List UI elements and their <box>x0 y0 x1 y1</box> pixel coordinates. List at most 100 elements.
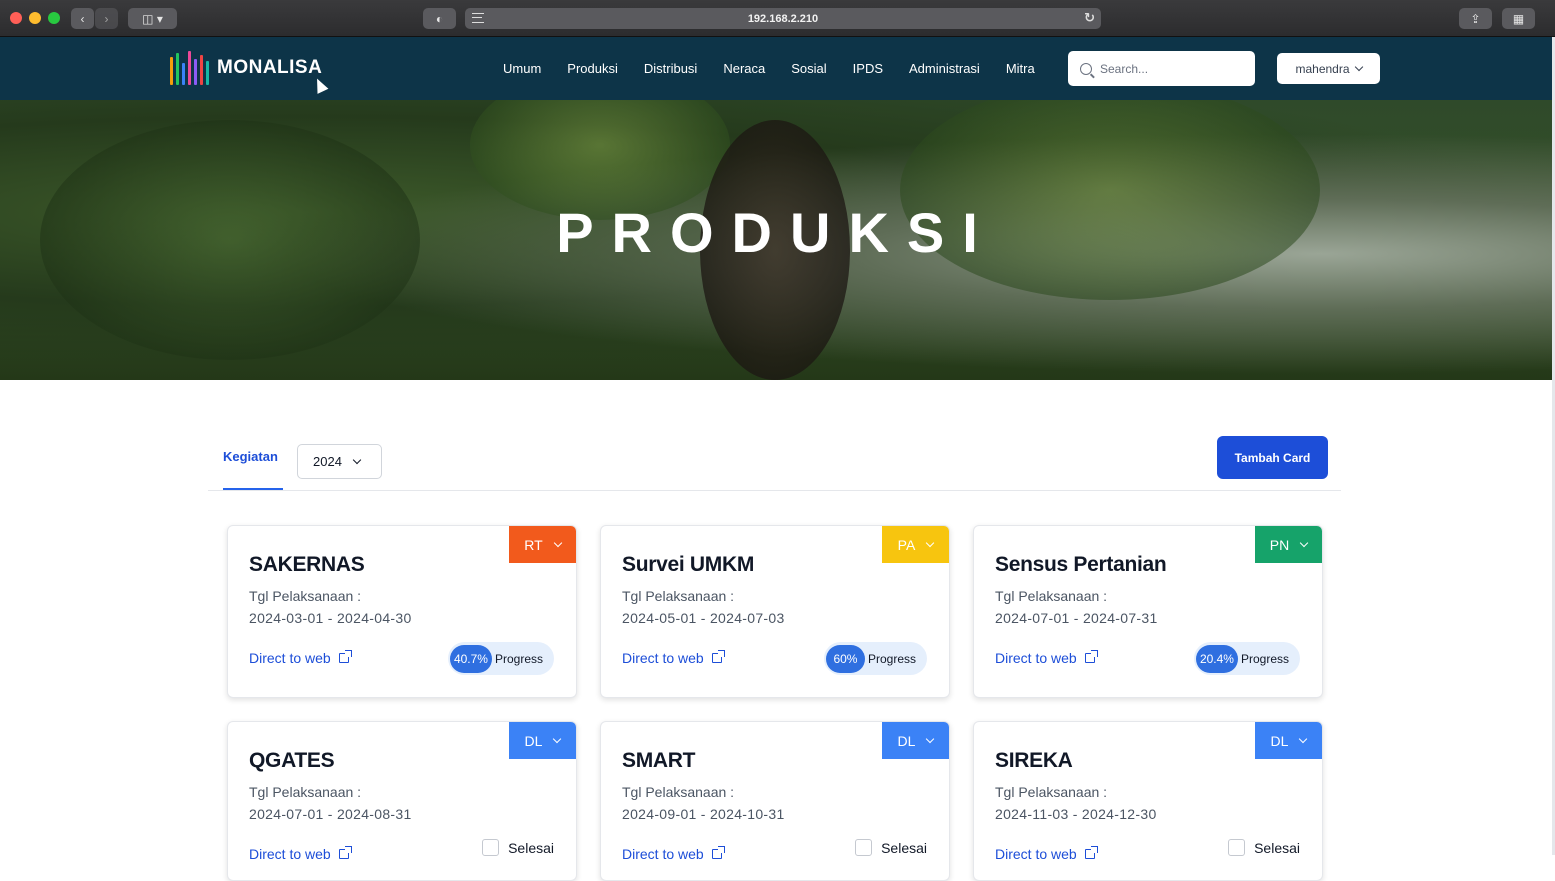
nav-item-ipds[interactable]: IPDS <box>853 61 883 76</box>
direct-to-web-link[interactable]: Direct to web <box>249 846 352 862</box>
date-range: 2024-03-01 - 2024-04-30 <box>249 610 412 626</box>
app-logo[interactable]: MONALISA <box>170 51 322 85</box>
browser-chrome: ‹ › ◫ ▾ ◐ 192.168.2.210 ↻ ⇪ ▦ <box>0 0 1555 37</box>
url-text: 192.168.2.210 <box>747 12 819 25</box>
external-link-icon <box>338 650 352 663</box>
nav-item-sosial[interactable]: Sosial <box>791 61 826 76</box>
done-toggle[interactable]: Selesai <box>482 839 554 856</box>
date-range: 2024-11-03 - 2024-12-30 <box>995 806 1157 822</box>
chevron-right-icon: › <box>104 11 109 26</box>
date-label: Tgl Pelaksanaan : <box>622 784 735 800</box>
chevron-down-icon <box>926 538 935 548</box>
done-toggle[interactable]: Selesai <box>855 839 927 856</box>
activity-card: RT SAKERNAS Tgl Pelaksanaan : 2024-03-01… <box>227 525 577 698</box>
search-input[interactable] <box>1100 61 1240 76</box>
direct-to-web-link[interactable]: Direct to web <box>995 846 1098 862</box>
external-link-icon <box>1084 650 1098 663</box>
progress-badge: 20.4% Progress <box>1193 642 1300 675</box>
forward-button[interactable]: › <box>95 8 118 29</box>
nav-item-produksi[interactable]: Produksi <box>567 61 618 76</box>
close-window-button[interactable] <box>10 12 22 24</box>
card-title: Sensus Pertanian <box>995 553 1167 576</box>
chevron-left-icon: ‹ <box>80 11 85 26</box>
progress-percent: 40.7% <box>449 644 492 673</box>
logo-bar <box>200 55 203 85</box>
nav-item-mitra[interactable]: Mitra <box>1006 61 1035 76</box>
link-label: Direct to web <box>622 650 704 666</box>
shield-icon: ◐ <box>435 11 444 26</box>
external-link-icon <box>711 650 725 663</box>
external-link-icon <box>711 846 725 859</box>
date-label: Tgl Pelaksanaan : <box>622 588 735 604</box>
category-tag-dropdown[interactable]: DL <box>1255 722 1322 759</box>
tab-overview-button[interactable]: ▦ <box>1502 8 1535 29</box>
sidebar-toggle-button[interactable]: ◫ ▾ <box>128 8 177 29</box>
chevron-down-icon <box>1299 538 1309 548</box>
card-title: Survei UMKM <box>622 553 755 576</box>
category-tag-dropdown[interactable]: DL <box>509 722 576 759</box>
hero-banner: PRODUKSI <box>0 100 1552 380</box>
minimize-window-button[interactable] <box>29 12 41 24</box>
card-title: SMART <box>622 749 696 772</box>
direct-to-web-link[interactable]: Direct to web <box>622 846 725 862</box>
sidebar-icon: ◫ ▾ <box>142 11 163 26</box>
link-label: Direct to web <box>622 846 704 862</box>
progress-label: Progress <box>494 651 543 666</box>
logo-bar <box>194 59 197 85</box>
date-range: 2024-05-01 - 2024-07-03 <box>622 610 785 626</box>
grid-icon: ▦ <box>1512 11 1525 26</box>
external-link-icon <box>338 846 352 859</box>
progress-percent: 20.4% <box>1195 644 1238 673</box>
progress-percent: 60% <box>825 644 865 673</box>
progress-badge: 40.7% Progress <box>447 642 554 675</box>
card-title: SIREKA <box>995 749 1073 772</box>
category-tag: PN <box>1269 536 1290 553</box>
tab-kegiatan[interactable]: Kegiatan <box>223 449 278 464</box>
nav-item-administrasi[interactable]: Administrasi <box>909 61 980 76</box>
done-checkbox[interactable] <box>482 839 500 856</box>
progress-badge: 60% Progress <box>823 642 927 675</box>
category-tag-dropdown[interactable]: DL <box>882 722 949 759</box>
category-tag-dropdown[interactable]: RT <box>509 526 576 563</box>
logo-bar <box>188 51 191 85</box>
nav-item-neraca[interactable]: Neraca <box>723 61 765 76</box>
category-tag: RT <box>524 536 543 553</box>
category-tag: PA <box>897 536 916 553</box>
reader-icon[interactable] <box>472 13 484 23</box>
direct-to-web-link[interactable]: Direct to web <box>249 650 352 666</box>
year-select[interactable]: 2024 <box>297 444 382 479</box>
nav-item-umum[interactable]: Umum <box>503 61 541 76</box>
direct-to-web-link[interactable]: Direct to web <box>622 650 725 666</box>
reload-icon[interactable]: ↻ <box>1084 10 1095 26</box>
chevron-down-icon <box>926 734 935 744</box>
logo-bar <box>182 63 185 85</box>
search-box[interactable] <box>1068 51 1255 86</box>
category-tag-dropdown[interactable]: PN <box>1255 526 1322 563</box>
address-bar[interactable]: 192.168.2.210 ↻ <box>465 8 1101 29</box>
activity-card: DL QGATES Tgl Pelaksanaan : 2024-07-01 -… <box>227 721 577 881</box>
card-title: SAKERNAS <box>249 553 365 576</box>
logo-bars-icon <box>170 51 209 85</box>
toolbar-divider <box>208 490 1341 491</box>
category-tag-dropdown[interactable]: PA <box>882 526 949 563</box>
user-name: mahendra <box>1295 61 1350 76</box>
privacy-shield-button[interactable]: ◐ <box>423 8 456 29</box>
user-menu-button[interactable]: mahendra <box>1277 53 1380 84</box>
back-button[interactable]: ‹ <box>71 8 94 29</box>
share-button[interactable]: ⇪ <box>1459 8 1492 29</box>
nav-item-distribusi[interactable]: Distribusi <box>644 61 697 76</box>
direct-to-web-link[interactable]: Direct to web <box>995 650 1098 666</box>
maximize-window-button[interactable] <box>48 12 60 24</box>
activity-card: DL SMART Tgl Pelaksanaan : 2024-09-01 - … <box>600 721 950 881</box>
date-label: Tgl Pelaksanaan : <box>995 588 1108 604</box>
logo-bar <box>206 61 209 85</box>
done-toggle[interactable]: Selesai <box>1228 839 1300 856</box>
chevron-down-icon <box>352 455 362 465</box>
add-card-button[interactable]: Tambah Card <box>1217 436 1328 479</box>
done-checkbox[interactable] <box>1228 839 1246 856</box>
category-tag: DL <box>524 732 543 749</box>
done-checkbox[interactable] <box>855 839 873 856</box>
date-label: Tgl Pelaksanaan : <box>249 588 362 604</box>
date-range: 2024-07-01 - 2024-08-31 <box>249 806 412 822</box>
date-range: 2024-09-01 - 2024-10-31 <box>622 806 785 822</box>
